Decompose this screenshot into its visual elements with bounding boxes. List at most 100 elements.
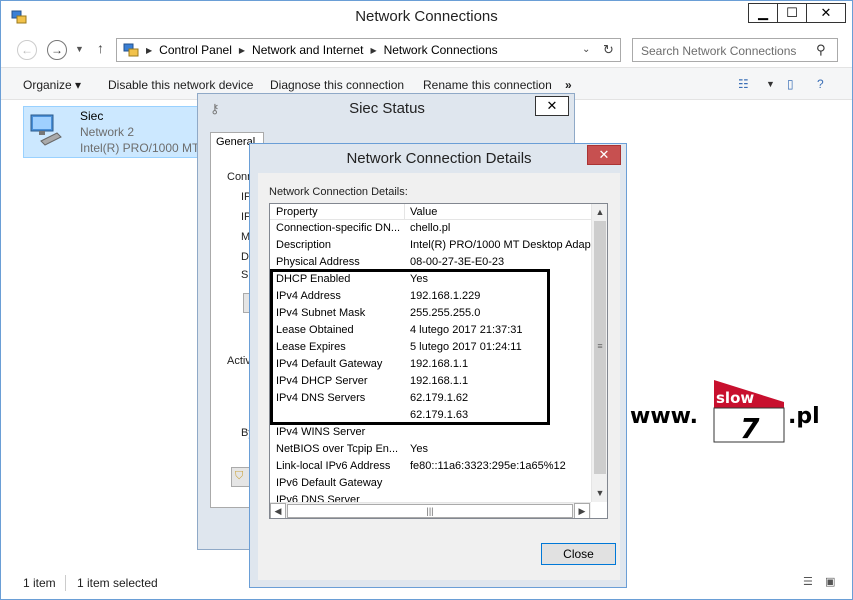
- table-row[interactable]: NetBIOS over Tcpip En... Yes: [270, 441, 592, 458]
- slow7-logo: www. slow 7 .pl: [630, 378, 830, 448]
- column-separator[interactable]: [404, 204, 405, 220]
- scroll-right-icon[interactable]: ▶: [574, 503, 590, 518]
- scroll-down-icon[interactable]: ▼: [592, 485, 607, 501]
- connection-item-siec[interactable]: Siec Network 2 Intel(R) PRO/1000 MT: [23, 106, 199, 158]
- row-value: 192.168.1.229: [410, 290, 481, 302]
- vertical-scroll-thumb[interactable]: ≡: [594, 221, 606, 474]
- details-label: Network Connection Details:: [269, 186, 408, 198]
- scroll-left-icon[interactable]: ◀: [270, 503, 286, 518]
- table-row[interactable]: Description Intel(R) PRO/1000 MT Desktop …: [270, 237, 592, 254]
- properties-button[interactable]: ⛉: [231, 467, 251, 487]
- maximize-button[interactable]: ☐: [777, 3, 807, 23]
- horizontal-scrollbar[interactable]: ◀ ||| ▶: [270, 502, 591, 518]
- table-row[interactable]: DHCP Enabled Yes: [270, 271, 592, 288]
- row-property: IPv4 DHCP Server: [276, 375, 368, 387]
- table-row[interactable]: IPv4 Subnet Mask 255.255.255.0: [270, 305, 592, 322]
- table-row[interactable]: Connection-specific DN... chello.pl: [270, 220, 592, 237]
- chevron-right-icon[interactable]: ▶: [370, 46, 376, 55]
- row-value: Intel(R) PRO/1000 MT Desktop Adap: [410, 239, 591, 251]
- organize-button[interactable]: Organize ▾: [23, 78, 81, 92]
- table-row[interactable]: Lease Expires 5 lutego 2017 01:24:11: [270, 339, 592, 356]
- chevron-down-icon[interactable]: ▼: [766, 79, 775, 89]
- recent-locations-dropdown-icon[interactable]: ▼: [75, 44, 84, 54]
- chevron-right-icon[interactable]: ▶: [239, 46, 245, 55]
- table-row[interactable]: IPv4 Address 192.168.1.229: [270, 288, 592, 305]
- row-value: 62.179.1.63: [410, 409, 469, 421]
- address-bar[interactable]: ▶ Control Panel ▶ Network and Internet ▶…: [116, 38, 621, 62]
- back-button[interactable]: ←: [17, 40, 37, 60]
- table-row[interactable]: IPv4 Default Gateway 192.168.1.1: [270, 356, 592, 373]
- table-row[interactable]: IPv6 Default Gateway: [270, 475, 592, 492]
- table-row[interactable]: Physical Address 08-00-27-3E-E0-23: [270, 254, 592, 271]
- rename-button[interactable]: Rename this connection: [423, 78, 552, 92]
- scroll-up-icon[interactable]: ▲: [592, 204, 607, 220]
- search-input[interactable]: Search Network Connections ⚲: [632, 38, 838, 62]
- logo-number: 7: [740, 412, 760, 445]
- row-value: Yes: [410, 273, 428, 285]
- vertical-scrollbar[interactable]: ▲ ≡ ▼: [591, 204, 607, 502]
- row-property: Physical Address: [276, 256, 360, 268]
- table-row[interactable]: Link-local IPv6 Address fe80::11a6:3323:2…: [270, 458, 592, 475]
- selected-count: 1 item selected: [77, 576, 158, 590]
- table-row[interactable]: 62.179.1.63: [270, 407, 592, 424]
- chevron-down-icon[interactable]: ⌄: [582, 44, 590, 55]
- row-property: IPv6 DNS Server: [276, 494, 360, 502]
- table-row[interactable]: IPv4 DNS Servers 62.179.1.62: [270, 390, 592, 407]
- forward-button[interactable]: →: [47, 40, 67, 60]
- table-row[interactable]: IPv4 DHCP Server 192.168.1.1: [270, 373, 592, 390]
- address-row: ← → ▼ ↑ ▶ Control Panel ▶ Network and In…: [1, 34, 852, 66]
- logo-top-text: slow: [716, 389, 754, 407]
- row-property: IPv4 Subnet Mask: [276, 307, 366, 319]
- breadcrumb-network-connections[interactable]: Network Connections: [384, 43, 498, 57]
- row-property: Description: [276, 239, 332, 251]
- network-connection-details-dialog: Network Connection Details ✕ Network Con…: [249, 143, 627, 588]
- help-icon[interactable]: ?: [817, 77, 824, 91]
- table-row[interactable]: Lease Obtained 4 lutego 2017 21:37:31: [270, 322, 592, 339]
- search-icon[interactable]: ⚲: [816, 42, 826, 58]
- column-header-property[interactable]: Property: [276, 206, 318, 218]
- table-row[interactable]: IPv6 DNS Server: [270, 492, 592, 502]
- details-list-view[interactable]: Property Value Connection-specific DN...…: [269, 203, 608, 519]
- title-bar[interactable]: Network Connections ▁ ☐ ✕: [1, 1, 852, 33]
- details-close-x-button[interactable]: ✕: [587, 145, 621, 165]
- close-dialog-button[interactable]: Close: [541, 543, 616, 565]
- logo-suffix: .pl: [788, 404, 820, 429]
- horizontal-scroll-thumb[interactable]: |||: [287, 504, 573, 518]
- row-value: 08-00-27-3E-E0-23: [410, 256, 505, 268]
- row-property: IPv4 WINS Server: [276, 426, 366, 438]
- table-row[interactable]: IPv4 WINS Server: [270, 424, 592, 441]
- shield-icon: ⛉: [235, 470, 244, 482]
- close-button[interactable]: ✕: [806, 3, 846, 23]
- breadcrumb-network-and-internet[interactable]: Network and Internet: [252, 43, 363, 57]
- row-value: Yes: [410, 443, 428, 455]
- slow7-emblem-icon: slow 7: [713, 380, 785, 445]
- row-property: Link-local IPv6 Address: [276, 460, 391, 472]
- details-view-icon[interactable]: ☰: [803, 575, 813, 588]
- preview-pane-icon[interactable]: ▯: [787, 77, 794, 91]
- chevron-right-icon[interactable]: ▶: [146, 46, 152, 55]
- logo-prefix: www.: [630, 404, 698, 429]
- up-arrow-icon[interactable]: ↑: [97, 40, 104, 56]
- status-dialog-title: Siec Status: [349, 100, 425, 117]
- more-commands-button[interactable]: »: [565, 78, 572, 92]
- row-value: chello.pl: [410, 222, 451, 234]
- view-options-icon[interactable]: ☷: [738, 77, 749, 91]
- row-value: 192.168.1.1: [410, 358, 469, 370]
- details-body: Network Connection Details: Property Val…: [258, 173, 620, 580]
- row-value: fe80::11a6:3323:295e:1a65%12: [410, 460, 566, 472]
- large-icons-view-icon[interactable]: ▣: [825, 575, 835, 588]
- minimize-button[interactable]: ▁: [748, 3, 778, 23]
- status-close-button[interactable]: ✕: [535, 96, 569, 116]
- diagnose-button[interactable]: Diagnose this connection: [270, 78, 404, 92]
- row-value: 62.179.1.62: [410, 392, 469, 404]
- row-property: IPv4 DNS Servers: [276, 392, 366, 404]
- disable-device-button[interactable]: Disable this network device: [108, 78, 253, 92]
- refresh-icon[interactable]: ↻: [603, 42, 614, 58]
- breadcrumb-control-panel[interactable]: Control Panel: [159, 43, 232, 57]
- list-header: Property Value: [270, 204, 592, 220]
- row-property: IPv4 Address: [276, 290, 341, 302]
- window-title: Network Connections: [355, 8, 498, 25]
- row-property: Lease Obtained: [276, 324, 354, 336]
- forward-arrow-icon: →: [51, 43, 63, 57]
- column-header-value[interactable]: Value: [410, 206, 437, 218]
